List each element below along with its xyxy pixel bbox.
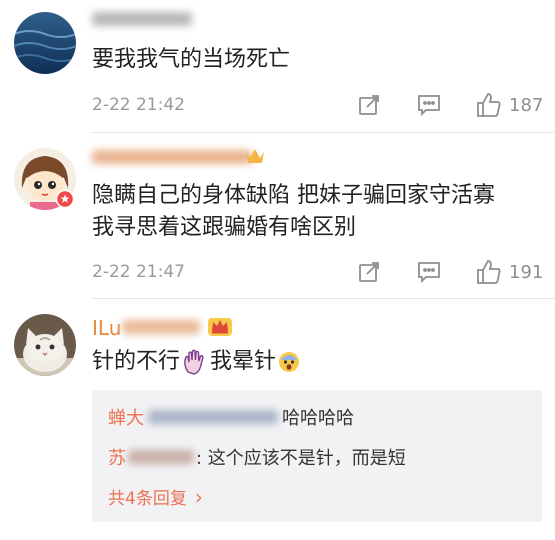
share-icon[interactable] (357, 93, 381, 117)
replies-box: 蝉大 哈哈哈哈 苏 : 这个应该不是针，而是短 共4条回复 › (92, 390, 542, 522)
username-redacted[interactable] (92, 150, 252, 164)
like-count: 191 (509, 262, 544, 283)
avatar[interactable] (14, 12, 76, 74)
comment-icon[interactable] (417, 94, 441, 116)
verified-badge-icon (56, 190, 74, 208)
reply-author-redacted (148, 410, 278, 424)
username-redacted[interactable] (92, 12, 192, 26)
username-redacted (122, 320, 200, 334)
reply-item[interactable]: 苏 : 这个应该不是针，而是短 (108, 444, 406, 470)
hand-emoji-icon (182, 348, 208, 376)
username[interactable]: ILu (92, 316, 121, 340)
like-icon[interactable] (476, 259, 502, 285)
comment-text: 针的不行 我晕针 (92, 346, 300, 378)
comment-text-line2: 我寻思着这跟骗婚有啥区别 (92, 215, 357, 240)
comment-time: 2-22 21:42 (92, 95, 185, 115)
comment-text: 要我我气的当场死亡 (92, 47, 291, 72)
scared-face-emoji-icon (278, 351, 300, 373)
more-replies-label: 共4条回复 (108, 489, 187, 509)
reply-author[interactable]: 蝉大 (108, 404, 144, 430)
comment-icon[interactable] (417, 261, 441, 283)
comment-text-part1: 针的不行 (92, 349, 181, 374)
divider (92, 132, 555, 133)
reply-item[interactable]: 蝉大 哈哈哈哈 (108, 404, 354, 430)
comment-time: 2-22 21:47 (92, 262, 185, 282)
share-icon[interactable] (357, 260, 381, 284)
reply-text: : 这个应该不是针，而是短 (196, 448, 406, 469)
more-replies-link[interactable]: 共4条回复 › (108, 484, 203, 510)
comment-text-line1: 隐瞒自己的身体缺陷 把妹子骗回家守活寡 (92, 183, 495, 208)
reply-author[interactable]: 苏 (108, 444, 126, 470)
reply-text: 哈哈哈哈 (282, 408, 354, 429)
avatar[interactable] (14, 314, 76, 376)
chevron-right-icon: › (194, 484, 203, 509)
divider (92, 298, 555, 299)
reply-author-redacted (128, 450, 194, 464)
crown-badge-icon (207, 314, 233, 338)
like-count: 187 (509, 95, 544, 116)
member-badge-icon (244, 146, 266, 166)
comment-text-part2: 我晕针 (210, 349, 277, 374)
like-icon[interactable] (476, 92, 502, 118)
